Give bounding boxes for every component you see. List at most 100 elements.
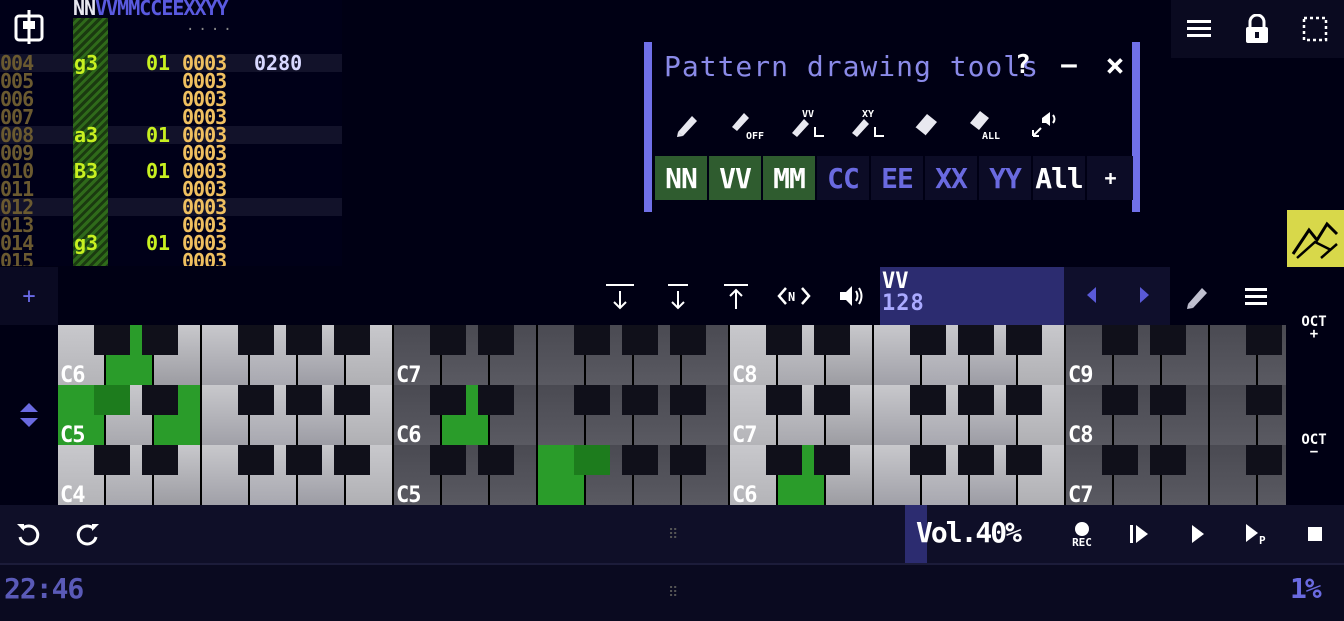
black-key[interactable] (286, 325, 322, 355)
segment-add[interactable]: + (1087, 156, 1133, 200)
volume-label[interactable]: Vol.40% (916, 516, 1022, 549)
black-key[interactable] (958, 445, 994, 475)
black-key[interactable] (238, 445, 274, 475)
black-key[interactable] (478, 325, 514, 355)
black-key[interactable] (766, 385, 802, 415)
black-key[interactable] (622, 445, 658, 475)
black-key[interactable] (574, 385, 610, 415)
pattern-editor[interactable]: NNVVMMCCEEXXYY .... 004 g3 01 0003 0280 005 00… (0, 0, 342, 266)
black-key[interactable] (910, 325, 946, 355)
play-pattern-icon[interactable]: P (1238, 517, 1274, 551)
black-key[interactable] (958, 385, 994, 415)
stop-icon[interactable] (1297, 517, 1333, 551)
black-key[interactable] (430, 325, 466, 355)
lock-icon[interactable] (1237, 9, 1277, 49)
play-from-start-icon[interactable] (1122, 517, 1158, 551)
segment-vv[interactable]: VV (709, 156, 761, 200)
eraser-all-icon[interactable]: ALL (962, 104, 1010, 144)
black-key[interactable] (142, 325, 178, 355)
black-key[interactable] (238, 325, 274, 355)
segment-yy[interactable]: YY (979, 156, 1031, 200)
black-key[interactable] (430, 385, 466, 415)
transpose-icon[interactable]: N (774, 279, 814, 313)
undo-icon[interactable] (16, 521, 42, 551)
minimize-button[interactable]: – (1054, 50, 1084, 80)
segment-mm[interactable]: MM (763, 156, 815, 200)
black-key[interactable] (334, 325, 370, 355)
black-key[interactable] (814, 445, 850, 475)
black-key[interactable] (1150, 325, 1186, 355)
pencil-icon[interactable] (1178, 279, 1218, 313)
help-button[interactable]: ? (1008, 50, 1038, 80)
octave-up-button[interactable]: OCT + (1292, 315, 1336, 341)
eraser-icon[interactable] (902, 104, 950, 144)
add-button[interactable]: + (0, 267, 58, 325)
black-key[interactable] (1006, 445, 1042, 475)
pencil-icon[interactable] (664, 104, 712, 144)
speaker-resize-icon[interactable] (1024, 104, 1072, 144)
black-key[interactable] (622, 325, 658, 355)
black-key[interactable] (1150, 385, 1186, 415)
record-button[interactable]: REC (1064, 517, 1100, 551)
black-key[interactable] (766, 325, 802, 355)
black-key[interactable] (286, 385, 322, 415)
drag-handle-icon[interactable]: ⠿ (668, 527, 678, 543)
black-key[interactable] (1150, 445, 1186, 475)
black-key[interactable] (1006, 385, 1042, 415)
pencil-off-icon[interactable]: OFF (724, 104, 772, 144)
black-key[interactable] (94, 325, 130, 355)
black-key[interactable] (574, 325, 610, 355)
black-key[interactable] (94, 445, 130, 475)
menu-icon[interactable] (1179, 9, 1219, 49)
black-key[interactable] (910, 445, 946, 475)
black-key[interactable] (814, 325, 850, 355)
black-key[interactable] (670, 445, 706, 475)
black-key[interactable] (142, 445, 178, 475)
black-key[interactable] (958, 325, 994, 355)
black-key[interactable] (1006, 325, 1042, 355)
black-key[interactable] (1102, 445, 1138, 475)
segment-all[interactable]: All (1033, 156, 1085, 200)
black-key[interactable] (94, 385, 130, 415)
black-key[interactable] (574, 445, 610, 475)
black-key[interactable] (910, 385, 946, 415)
piano-keyboard[interactable]: C6 C7 C8 C9 C5 C6 C7 C8 C4 C5 C6 C7 (58, 325, 1286, 505)
pencil-xy-icon[interactable]: XY (844, 104, 892, 144)
black-key[interactable] (1246, 325, 1282, 355)
black-key[interactable] (478, 385, 514, 415)
menu-icon[interactable] (1237, 279, 1277, 313)
black-key[interactable] (1246, 445, 1282, 475)
black-key[interactable] (670, 385, 706, 415)
black-key[interactable] (1102, 385, 1138, 415)
selection-icon[interactable] (1295, 9, 1335, 49)
black-key[interactable] (430, 445, 466, 475)
close-button[interactable]: × (1100, 46, 1130, 84)
scroll-updown-icon[interactable] (19, 402, 39, 432)
app-logo-icon[interactable] (10, 8, 48, 46)
chevron-left-icon[interactable] (1084, 285, 1098, 309)
black-key[interactable] (766, 445, 802, 475)
drag-handle-icon[interactable]: ⠿ (668, 585, 678, 601)
volume-icon[interactable] (832, 279, 872, 313)
segment-ee[interactable]: EE (871, 156, 923, 200)
black-key[interactable] (622, 385, 658, 415)
shift-up-icon[interactable] (716, 279, 756, 313)
play-icon[interactable] (1180, 517, 1216, 551)
segment-xx[interactable]: XX (925, 156, 977, 200)
redo-icon[interactable] (74, 521, 100, 551)
black-key[interactable] (814, 385, 850, 415)
octave-down-button[interactable]: OCT − (1292, 433, 1336, 459)
black-key[interactable] (238, 385, 274, 415)
chevron-right-icon[interactable] (1138, 285, 1152, 309)
segment-nn[interactable]: NN (655, 156, 707, 200)
black-key[interactable] (286, 445, 322, 475)
black-key[interactable] (334, 385, 370, 415)
insert-row-down-icon[interactable] (600, 279, 640, 313)
shift-down-icon[interactable] (658, 279, 698, 313)
black-key[interactable] (1246, 385, 1282, 415)
black-key[interactable] (1102, 325, 1138, 355)
black-key[interactable] (334, 445, 370, 475)
black-key[interactable] (478, 445, 514, 475)
pencil-vv-icon[interactable]: VV (784, 104, 832, 144)
curve-editor-icon[interactable] (1287, 210, 1344, 267)
